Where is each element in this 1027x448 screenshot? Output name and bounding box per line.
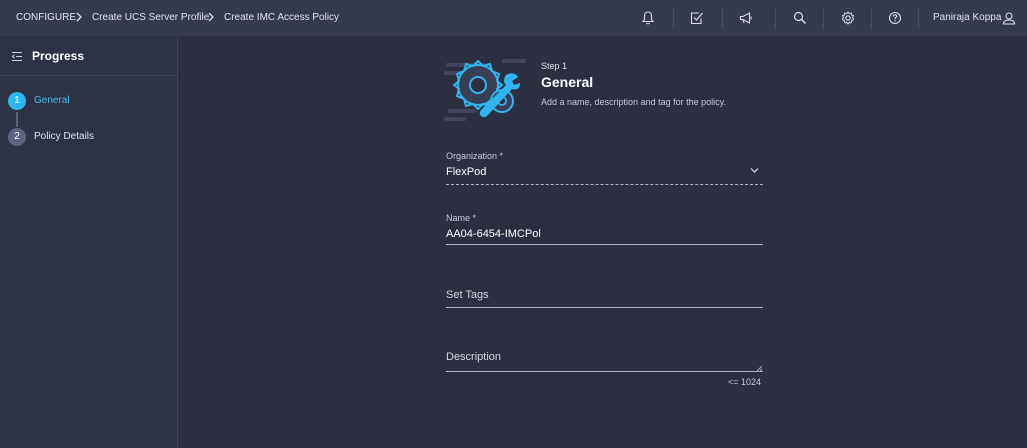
field-underline <box>446 184 763 185</box>
divider <box>918 8 919 29</box>
step-number-badge: 1 <box>8 92 26 110</box>
sidebar-header: Progress <box>0 37 177 76</box>
sidebar-title: Progress <box>32 49 85 63</box>
organization-label: Organization * <box>446 151 504 161</box>
main-content: Step 1 General Add a name, description a… <box>178 37 1027 448</box>
name-label: Name * <box>446 213 477 223</box>
divider <box>722 8 723 29</box>
divider <box>775 8 776 29</box>
step-connector <box>16 112 18 127</box>
name-input[interactable]: AA04-6454-IMCPol <box>446 225 763 241</box>
settings-wrench-illustration-icon <box>444 59 526 121</box>
character-limit-counter: <= 1024 <box>728 377 762 387</box>
step-number-badge: 2 <box>8 128 26 146</box>
name-field[interactable]: Name * AA04-6454-IMCPol <box>446 213 763 249</box>
field-underline <box>446 244 763 245</box>
chevron-right-icon <box>76 12 82 22</box>
search-icon[interactable] <box>792 10 808 26</box>
divider <box>823 8 824 29</box>
breadcrumb-configure[interactable]: CONFIGURE <box>16 12 76 23</box>
page-description: Add a name, description and tag for the … <box>541 97 726 107</box>
progress-step-general[interactable]: 1 General <box>8 92 173 112</box>
top-bar: CONFIGURE Create UCS Server Profile Crea… <box>0 0 1027 37</box>
collapse-menu-icon[interactable] <box>11 51 23 62</box>
breadcrumb-create-ucs-server-profile[interactable]: Create UCS Server Profile <box>92 12 209 23</box>
step-label: General <box>34 95 70 106</box>
organization-value: FlexPod <box>446 166 487 178</box>
help-icon[interactable] <box>887 10 903 26</box>
step-number: Step 1 <box>541 61 568 71</box>
tasks-check-icon[interactable] <box>689 10 705 26</box>
tags-input[interactable]: Set Tags <box>446 289 763 301</box>
progress-sidebar: Progress 1 General 2 Policy Details <box>0 37 178 448</box>
field-underline <box>446 371 763 372</box>
chevron-right-icon <box>208 12 214 22</box>
tags-field[interactable]: Set Tags <box>446 289 763 311</box>
step-label: Policy Details <box>34 131 95 142</box>
page-title: General <box>541 74 594 90</box>
user-icon[interactable] <box>1001 10 1017 26</box>
megaphone-icon[interactable] <box>738 10 754 26</box>
bell-icon[interactable] <box>640 10 656 26</box>
progress-step-policy-details[interactable]: 2 Policy Details <box>8 128 173 148</box>
description-textarea[interactable]: Description <box>446 351 763 363</box>
field-underline <box>446 307 763 308</box>
divider <box>871 8 872 29</box>
breadcrumb-create-imc-access-policy: Create IMC Access Policy <box>224 12 340 23</box>
chevron-down-icon[interactable] <box>750 167 759 174</box>
description-field[interactable]: Description <box>446 351 763 375</box>
user-name[interactable]: Paniraja Koppa <box>933 12 1001 23</box>
divider <box>673 8 674 29</box>
organization-select[interactable]: Organization * FlexPod <box>446 151 763 187</box>
gear-icon[interactable] <box>840 10 856 26</box>
